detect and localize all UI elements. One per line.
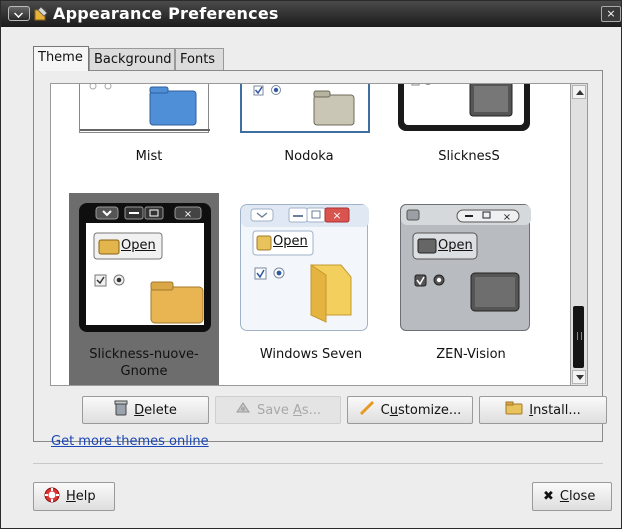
theme-preview — [79, 84, 210, 133]
window-title: Appearance Preferences — [53, 4, 279, 23]
theme-name: Mist — [135, 149, 163, 164]
preview-open-label: Open — [438, 238, 473, 253]
preview-open-label: Open — [121, 238, 156, 253]
theme-item-mist[interactable]: Mist — [76, 84, 222, 204]
theme-name: Windows Seven — [259, 347, 363, 362]
theme-item-windows-seven[interactable]: × Open Windows Seven — [238, 193, 384, 385]
get-more-themes-link[interactable]: Get more themes online — [51, 434, 209, 449]
install-button[interactable]: Install... — [479, 396, 607, 424]
theme-preview: × Open — [240, 204, 369, 331]
theme-preview — [398, 84, 530, 131]
close-x-icon: ✖ — [543, 489, 554, 504]
theme-name: ZEN-Vision — [436, 347, 506, 362]
theme-item-zen-vision[interactable]: × Open ZEN-Vision — [398, 193, 544, 385]
customize-button[interactable]: Customize... — [347, 396, 473, 424]
appearance-preferences-window: Appearance Preferences × Theme Backgroun… — [0, 0, 622, 529]
theme-item-nodoka[interactable]: Nodoka — [236, 84, 382, 204]
svg-text:×: × — [332, 209, 341, 222]
theme-panel: Mist Nodoka SlicknesS × Open Slickness-n… — [33, 70, 607, 442]
svg-text:×: × — [184, 209, 192, 220]
save-as-button[interactable]: Save As... — [215, 396, 341, 424]
trash-icon — [114, 400, 128, 420]
help-button[interactable]: Help — [33, 482, 115, 511]
theme-preview: × Open — [400, 204, 531, 331]
theme-preview: × Open — [79, 203, 211, 332]
theme-preview — [240, 84, 370, 133]
scroll-down-arrow-icon[interactable] — [572, 370, 586, 384]
help-lifebuoy-icon — [44, 487, 60, 507]
save-theme-icon — [235, 400, 251, 420]
tab-theme[interactable]: Theme — [33, 46, 89, 71]
close-window-icon[interactable]: × — [601, 6, 621, 22]
svg-text:×: × — [503, 212, 511, 223]
theme-item-slicknes[interactable]: SlicknesS — [396, 84, 542, 204]
theme-name: Nodoka — [284, 149, 334, 164]
theme-item-slickness-nuove-gnome[interactable]: × Open Slickness-nuove-Gnome — [69, 193, 219, 385]
theme-list[interactable]: Mist Nodoka SlicknesS × Open Slickness-n… — [50, 83, 571, 386]
scroll-up-arrow-icon[interactable] — [572, 85, 586, 99]
title-bar[interactable]: Appearance Preferences × — [1, 1, 621, 27]
scroll-thumb[interactable] — [573, 306, 584, 368]
theme-list-scrollbar[interactable] — [571, 83, 588, 386]
tab-background[interactable]: Background — [89, 48, 175, 70]
folder-icon — [505, 401, 523, 419]
separator — [33, 463, 603, 464]
theme-name: SlicknesS — [438, 149, 500, 164]
appearance-app-icon — [33, 6, 49, 22]
close-button[interactable]: ✖ Close — [532, 482, 612, 511]
brush-icon — [359, 400, 375, 420]
tab-fonts[interactable]: Fonts — [175, 48, 224, 70]
theme-name: Slickness-nuove-Gnome — [89, 347, 199, 379]
window-menu-icon[interactable] — [8, 6, 30, 21]
preview-open-label: Open — [273, 234, 308, 249]
delete-button[interactable]: Delete — [82, 396, 209, 424]
